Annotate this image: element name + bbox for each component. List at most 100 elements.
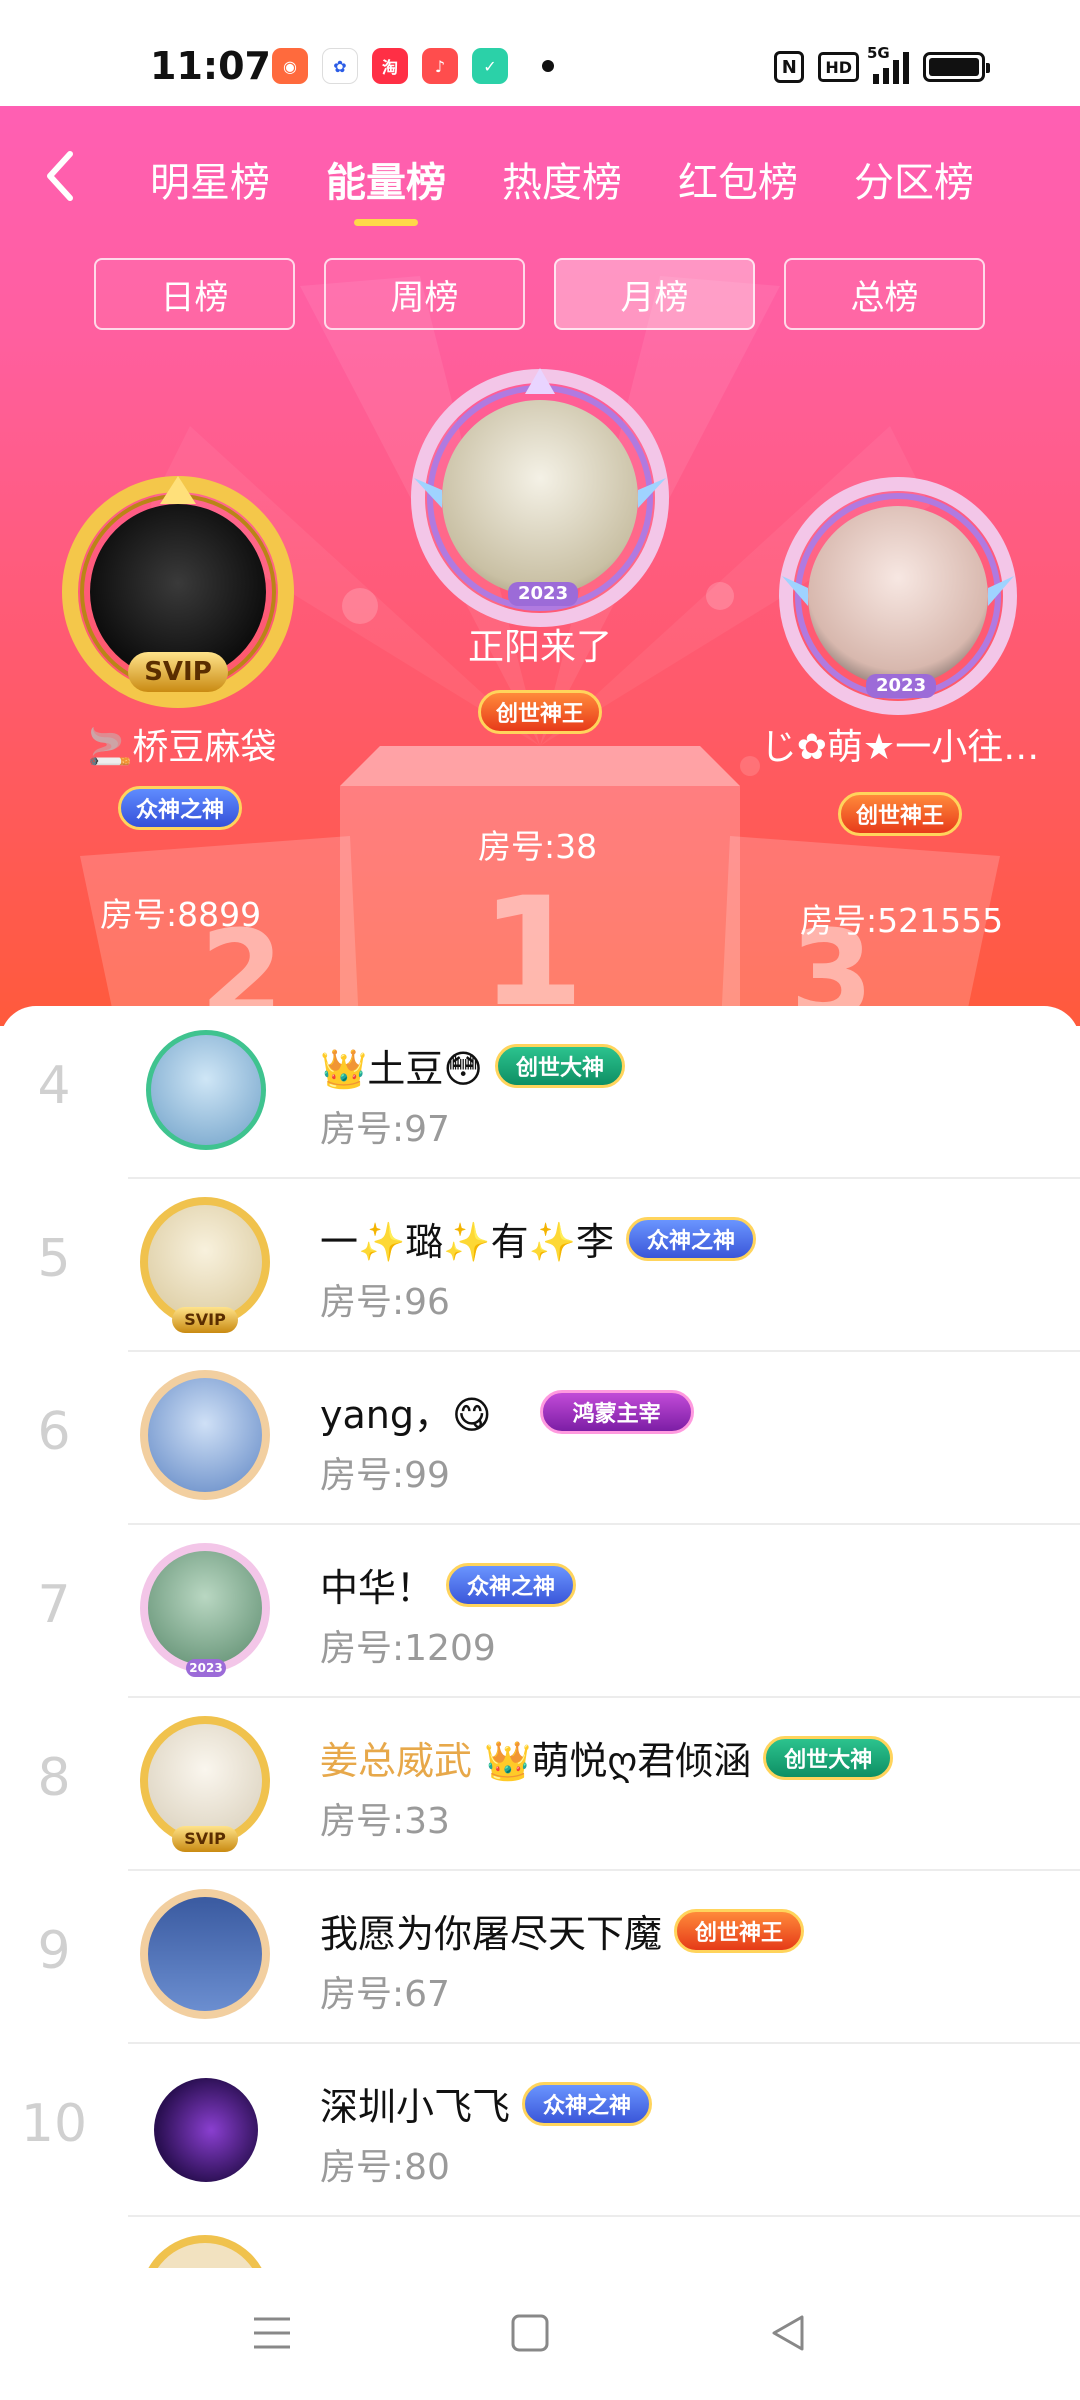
leaderboard-tabs: 明星榜 能量榜 热度榜 红包榜 分区榜 <box>150 150 974 226</box>
room-number: 房号:96 <box>320 1282 450 1323</box>
home-button[interactable] <box>500 2308 560 2358</box>
square-icon <box>511 2314 549 2352</box>
year-tag: 2023 <box>866 674 937 698</box>
avatar <box>140 1889 270 2019</box>
status-indicators: N HD 5G <box>774 44 990 84</box>
system-nav-bar <box>0 2268 1080 2400</box>
rank-number: 5 <box>37 1229 71 1289</box>
list-item[interactable]: 7 2023 中华！ 众神之神 房号:1209 <box>0 1525 1080 1698</box>
status-bar: 11:07 ◉ ✿ 淘 ♪ ✓ N HD 5G <box>0 0 1080 106</box>
room-number: 房号:97 <box>320 1109 450 1150</box>
list-item[interactable]: 4 👑土豆😳 创世大神 房号:97 <box>0 1006 1080 1179</box>
svip-frame-label: SVIP <box>172 1826 238 1852</box>
room-number: 房号:67 <box>320 1974 450 2015</box>
second-place-avatar[interactable]: SVIP <box>62 476 294 708</box>
back-triangle-icon <box>772 2315 804 2351</box>
tab-heat[interactable]: 热度榜 <box>502 150 622 208</box>
period-selector: 日榜 周榜 月榜 总榜 <box>94 258 985 330</box>
user-title: 姜总威武 <box>320 1739 473 1783</box>
level-badge: 创世大神 <box>494 1043 625 1088</box>
signal-icon: 5G <box>867 44 909 84</box>
period-month-button[interactable]: 月榜 <box>554 258 755 330</box>
rank-number: 7 <box>37 1575 71 1635</box>
list-item-partial[interactable] <box>0 2217 1080 2268</box>
music-app-icon: ♪ <box>422 48 458 84</box>
avatar <box>140 1543 270 1673</box>
nfc-icon: N <box>774 51 805 83</box>
tab-region[interactable]: 分区榜 <box>854 150 974 208</box>
network-type: 5G <box>867 44 890 62</box>
room-number: 房号:99 <box>320 1455 450 1496</box>
back-button[interactable] <box>40 146 88 206</box>
notification-dot-icon <box>542 60 554 72</box>
level-badge: 创世大神 <box>763 1735 894 1780</box>
list-item[interactable]: 6 yang，😋 鸿蒙主宰 房号:99 <box>0 1352 1080 1525</box>
menu-icon <box>254 2317 290 2349</box>
svip-frame-label: SVIP <box>172 1307 238 1333</box>
third-place-avatar[interactable]: 2023 <box>778 476 1018 716</box>
first-place-badge: 创世神王 <box>478 690 602 734</box>
first-place-room: 房号:38 <box>478 827 598 866</box>
period-total-button[interactable]: 总榜 <box>784 258 985 330</box>
rank-number: 9 <box>37 1921 71 1981</box>
third-place-badge: 创世神王 <box>838 792 962 836</box>
third-place-name: じ✿萌★一小往… <box>760 727 1040 768</box>
user-name: 中华！ 众神之神 <box>320 1557 577 1612</box>
podium-number-1: 1 <box>480 866 585 1026</box>
list-item[interactable]: 9 我愿为你屠尽天下魔 创世神王 房号:67 <box>0 1871 1080 2044</box>
baidu-app-icon: ✿ <box>322 48 358 84</box>
year-tag: 2023 <box>186 1659 226 1677</box>
level-badge: 鸿蒙主宰 <box>539 1389 694 1434</box>
hd-icon: HD <box>818 52 859 82</box>
user-name: yang，😋 鸿蒙主宰 <box>320 1384 694 1439</box>
tab-red-packet[interactable]: 红包榜 <box>678 150 798 208</box>
room-number: 房号:1209 <box>320 1628 496 1669</box>
shield-app-icon: ✓ <box>472 48 508 84</box>
menu-button[interactable] <box>242 2308 302 2358</box>
room-number: 房号:80 <box>320 2147 450 2188</box>
user-name: 👑土豆😳 创世大神 <box>320 1038 625 1093</box>
chevron-left-icon <box>47 151 73 201</box>
status-time: 11:07 <box>150 44 271 88</box>
second-place-badge: 众神之神 <box>118 786 242 830</box>
period-day-button[interactable]: 日榜 <box>94 258 295 330</box>
status-app-icons: ◉ ✿ 淘 ♪ ✓ <box>272 48 554 84</box>
list-item[interactable]: 5 SVIP 一✨璐✨有✨李 众神之神 房号:96 <box>0 1179 1080 1352</box>
rank-number: 6 <box>37 1402 71 1462</box>
battery-icon <box>923 52 990 82</box>
ranking-hero: 明星榜 能量榜 热度榜 红包榜 分区榜 日榜 周榜 月榜 总榜 1 2 3 20… <box>0 106 1080 1026</box>
second-place-name: 🚬桥豆麻袋 <box>87 727 277 768</box>
user-name: 姜总威武 👑萌悦ღ君倾涵 创世大神 <box>320 1730 894 1785</box>
taote-app-icon: 淘 <box>372 48 408 84</box>
ranking-list: 4 👑土豆😳 创世大神 房号:97 5 SVIP 一✨璐✨有✨李 众神之神 房号:9… <box>0 1006 1080 2268</box>
list-item[interactable]: 8 SVIP 姜总威武 👑萌悦ღ君倾涵 创世大神 房号:33 <box>0 1698 1080 1871</box>
avatar-image <box>808 506 988 686</box>
list-item[interactable]: 10 深圳小飞飞 众神之神 房号:80 <box>0 2044 1080 2217</box>
user-name: 深圳小飞飞 众神之神 <box>320 2076 653 2131</box>
first-place-avatar[interactable]: 2023 <box>410 368 670 628</box>
period-week-button[interactable]: 周榜 <box>324 258 525 330</box>
year-tag: 2023 <box>508 582 579 606</box>
user-name: 一✨璐✨有✨李 众神之神 <box>320 1211 756 1266</box>
active-tab-indicator <box>354 219 418 226</box>
level-badge: 众神之神 <box>446 1562 577 1607</box>
rank-number: 10 <box>20 2094 88 2154</box>
level-badge: 众神之神 <box>522 2081 653 2126</box>
avatar <box>140 1370 270 1500</box>
avatar <box>140 2235 270 2268</box>
rank-number: 8 <box>37 1748 71 1808</box>
user-name: 我愿为你屠尽天下魔 创世神王 <box>320 1903 805 1958</box>
avatar-image <box>442 400 638 596</box>
back-nav-button[interactable] <box>758 2308 818 2358</box>
camera-app-icon: ◉ <box>272 48 308 84</box>
rank-number: 4 <box>37 1056 71 1116</box>
room-number: 房号:33 <box>320 1801 450 1842</box>
avatar <box>146 1030 266 1150</box>
level-badge: 众神之神 <box>625 1216 756 1261</box>
svip-frame-label: SVIP <box>128 652 228 692</box>
level-badge: 创世神王 <box>674 1908 805 1953</box>
first-place-name: 正阳来了 <box>467 627 612 668</box>
avatar <box>154 2078 258 2182</box>
tab-star[interactable]: 明星榜 <box>150 150 270 208</box>
tab-energy[interactable]: 能量榜 <box>326 150 446 226</box>
